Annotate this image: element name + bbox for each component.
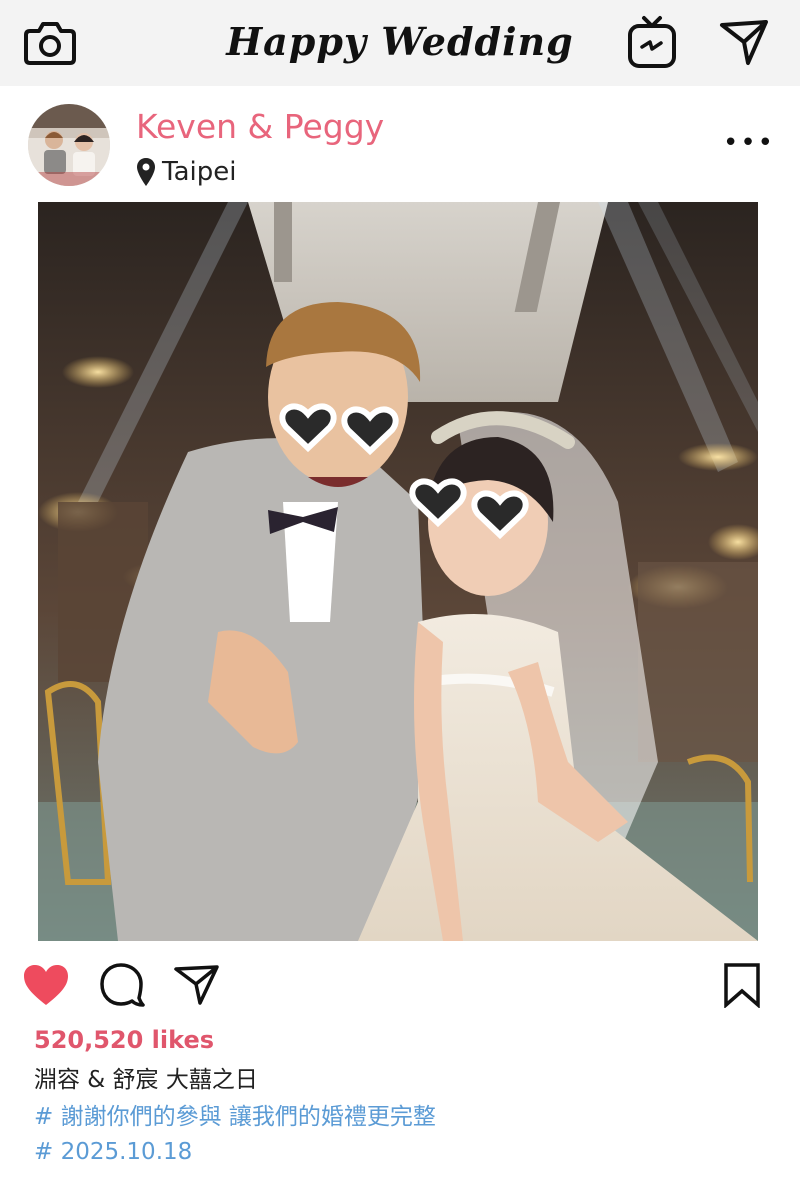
- like-button[interactable]: [20, 960, 72, 1010]
- caption-text: 淵容 & 舒宸 大囍之日: [34, 1067, 258, 1093]
- post-username[interactable]: Keven & Peggy: [136, 106, 384, 148]
- likes-count[interactable]: 520,520 likes: [34, 1024, 214, 1056]
- hashtag-date[interactable]: # 2025.10.18: [34, 1136, 192, 1168]
- post-photo[interactable]: [38, 202, 758, 941]
- share-button[interactable]: [170, 960, 222, 1010]
- save-button[interactable]: [716, 960, 768, 1010]
- send-icon: [174, 965, 219, 1005]
- tv-icon[interactable]: [622, 12, 682, 72]
- comment-button[interactable]: [96, 960, 148, 1010]
- location-label: Taipei: [162, 157, 237, 187]
- avatar[interactable]: [28, 104, 110, 186]
- post-location[interactable]: Taipei: [136, 152, 236, 192]
- app-title: Happy Wedding: [226, 19, 574, 64]
- heart-icon: [24, 965, 68, 1005]
- camera-icon[interactable]: [20, 12, 80, 72]
- top-bar: Happy Wedding: [0, 0, 800, 86]
- hashtag-thanks[interactable]: # 謝謝你們的參與 讓我們的婚禮更完整: [34, 1101, 436, 1133]
- comment-icon: [100, 963, 145, 1007]
- wedding-photo-illustration: [38, 202, 758, 941]
- location-pin-icon: [137, 158, 155, 186]
- send-icon[interactable]: [714, 12, 774, 72]
- more-options-button[interactable]: •••: [723, 128, 774, 158]
- bookmark-icon: [724, 963, 760, 1008]
